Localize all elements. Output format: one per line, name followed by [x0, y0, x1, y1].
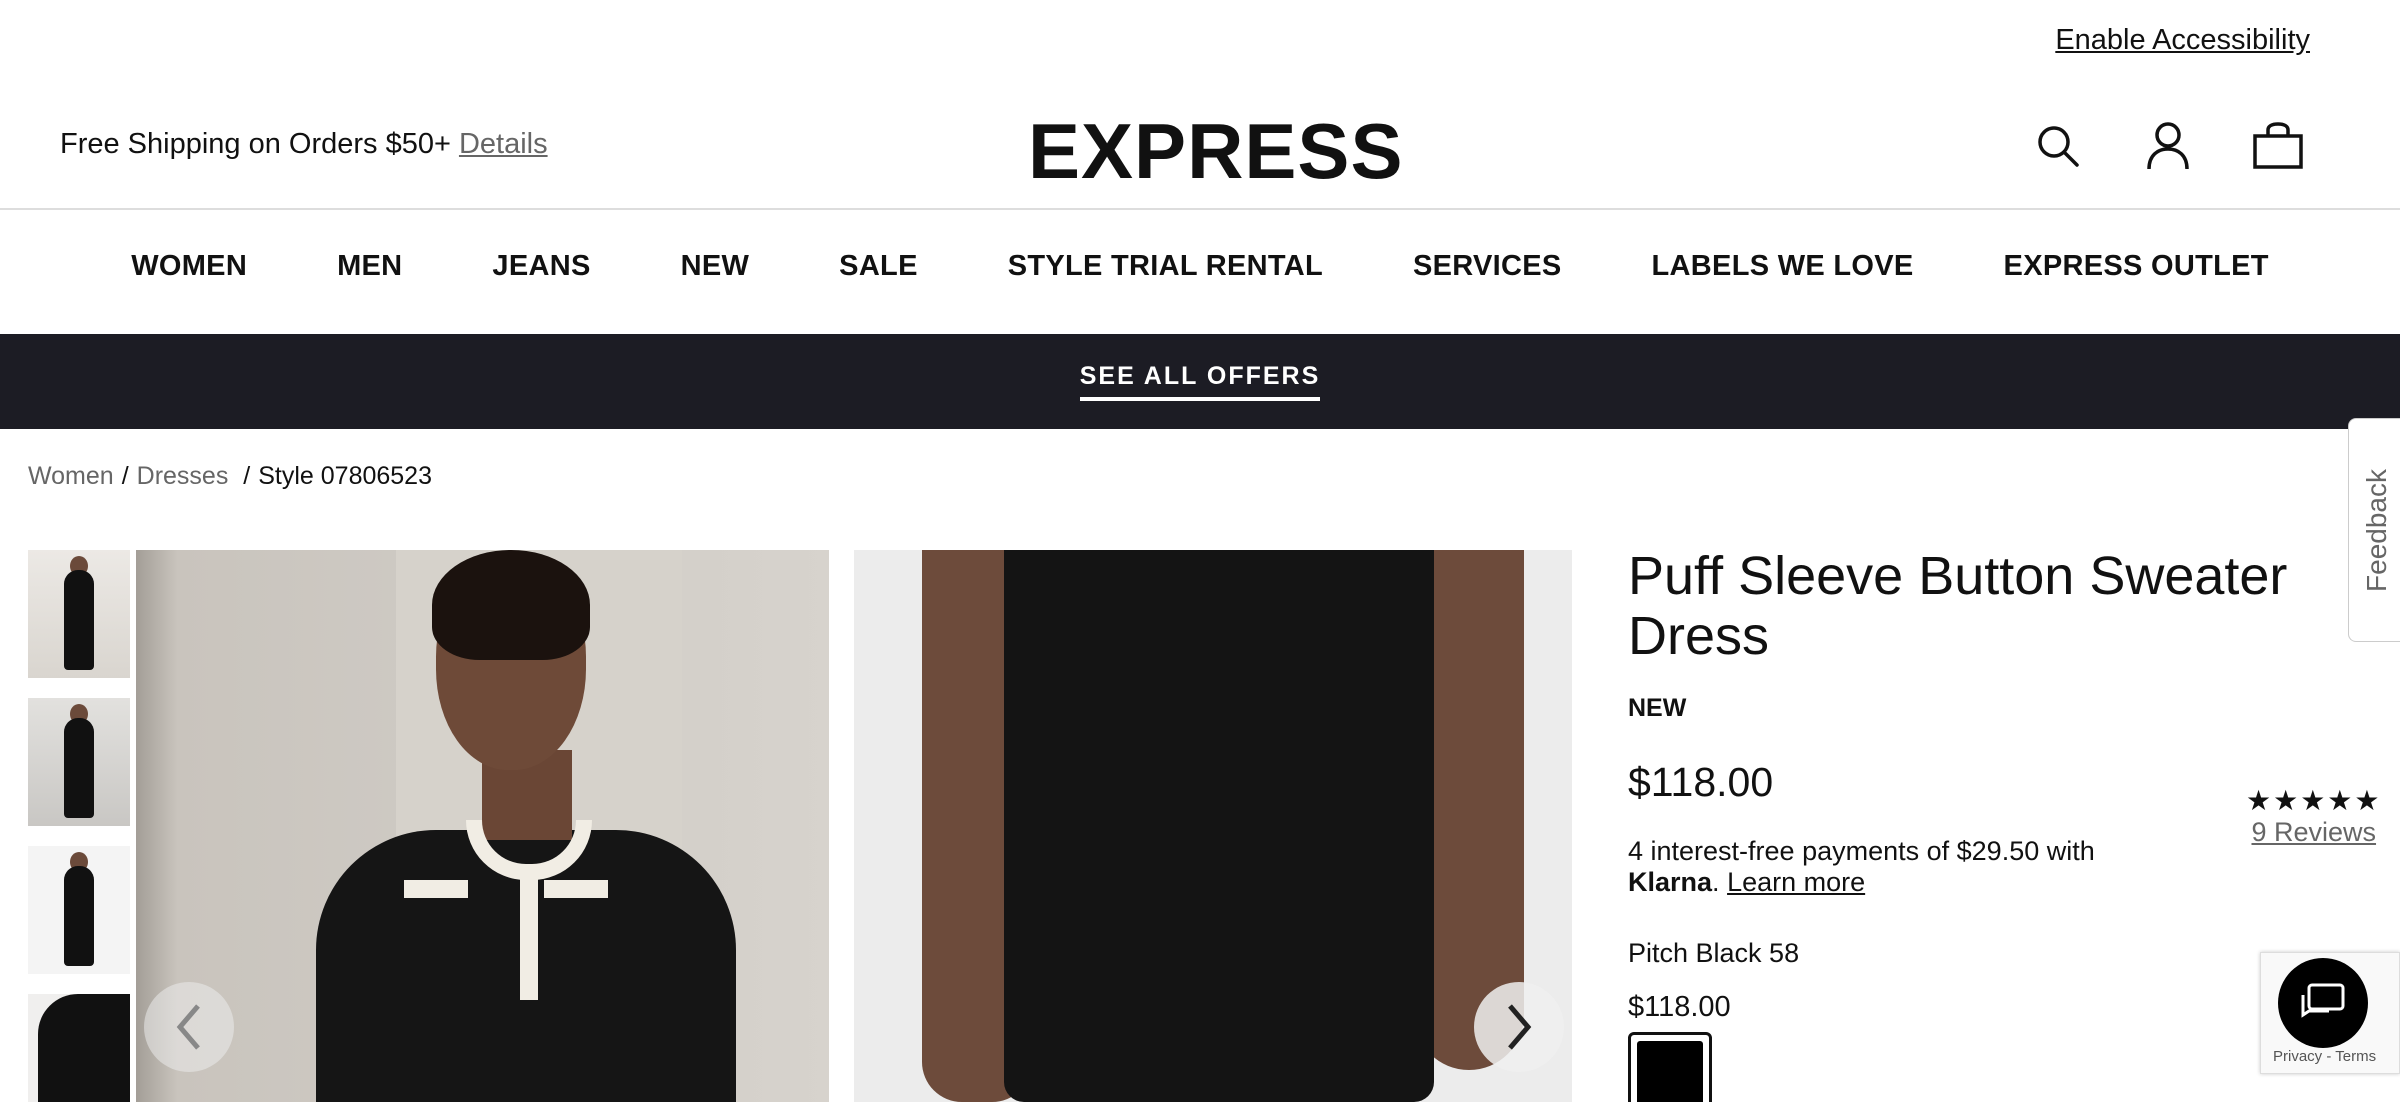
express-logo[interactable]: EXPRESS — [1028, 106, 1403, 197]
klarna-text: 4 interest-free payments of $29.50 with — [1628, 836, 2095, 866]
shipping-promo: Free Shipping on Orders $50+ Details — [60, 128, 548, 161]
breadcrumb-current: Style 07806523 — [258, 462, 432, 490]
feedback-label: Feedback — [2360, 468, 2392, 592]
product-rating: ★★★★★ 9 Reviews — [2246, 784, 2382, 848]
chevron-left-icon — [176, 1004, 200, 1050]
nav-item-express-outlet[interactable]: EXPRESS OUTLET — [2004, 250, 2269, 283]
nav-item-services[interactable]: SERVICES — [1413, 250, 1562, 283]
chat-button[interactable] — [2278, 958, 2368, 1048]
carousel-prev-button[interactable] — [144, 982, 234, 1072]
new-badge: NEW — [1628, 694, 1687, 722]
thumbnail-1[interactable] — [28, 550, 130, 678]
thumbnail-4[interactable] — [28, 994, 130, 1102]
color-swatch-pitch-black[interactable] — [1628, 1032, 1712, 1102]
product-image-model-front[interactable] — [136, 550, 829, 1102]
chat-icon — [2301, 983, 2345, 1018]
nav-item-new[interactable]: NEW — [681, 250, 750, 283]
shipping-promo-text: Free Shipping on Orders $50+ — [60, 128, 451, 160]
nav-item-men[interactable]: MEN — [337, 250, 402, 283]
nav-item-women[interactable]: WOMEN — [131, 250, 247, 283]
recaptcha-terms[interactable]: Privacy - Terms — [2273, 1048, 2376, 1065]
thumbnail-2[interactable] — [28, 698, 130, 826]
bag-icon[interactable] — [2250, 118, 2306, 174]
carousel-next-button[interactable] — [1474, 982, 1564, 1072]
product-thumbnails — [28, 550, 130, 1102]
product-title: Puff Sleeve Button Sweater Dress — [1628, 546, 2288, 666]
breadcrumb-women[interactable]: Women — [28, 462, 114, 490]
product-details: Puff Sleeve Button Sweater Dress NEW $11… — [1628, 546, 2308, 1102]
breadcrumb-dresses[interactable]: Dresses — [137, 462, 229, 490]
shipping-details-link[interactable]: Details — [459, 128, 548, 160]
enable-accessibility-link[interactable]: Enable Accessibility — [2055, 24, 2310, 57]
klarna-message: 4 interest-free payments of $29.50 with … — [1628, 836, 2095, 897]
product-price: $118.00 — [1628, 759, 1774, 805]
feedback-tab[interactable]: Feedback — [2348, 418, 2400, 642]
account-icon[interactable] — [2140, 118, 2196, 174]
selected-color-name: Pitch Black 58 — [1628, 938, 1800, 968]
nav-item-style-trial-rental[interactable]: STYLE TRIAL RENTAL — [1008, 250, 1323, 283]
nav-item-labels-we-love[interactable]: LABELS WE LOVE — [1652, 250, 1914, 283]
breadcrumb: Women / Dresses / Style 07806523 — [28, 462, 432, 490]
see-all-offers-link[interactable]: SEE ALL OFFERS — [1079, 362, 1321, 401]
klarna-logo: Klarna — [1628, 867, 1713, 897]
thumbnail-3[interactable] — [28, 846, 130, 974]
header-actions — [2030, 118, 2306, 174]
chevron-right-icon — [1508, 1004, 1532, 1050]
offers-banner: SEE ALL OFFERS — [0, 334, 2400, 429]
main-nav: WOMEN MEN JEANS NEW SALE STYLE TRIAL REN… — [0, 250, 2400, 283]
klarna-learn-more-link[interactable]: Learn more — [1727, 867, 1865, 897]
nav-item-sale[interactable]: SALE — [839, 250, 918, 283]
reviews-link[interactable]: 9 Reviews — [2251, 817, 2376, 847]
nav-item-jeans[interactable]: JEANS — [492, 250, 590, 283]
search-icon[interactable] — [2030, 118, 2086, 174]
product-image-dress-detail[interactable] — [854, 550, 1572, 1102]
color-price: $118.00 — [1628, 991, 1731, 1023]
rating-stars: ★★★★★ — [2246, 785, 2382, 816]
header-divider — [0, 208, 2400, 210]
